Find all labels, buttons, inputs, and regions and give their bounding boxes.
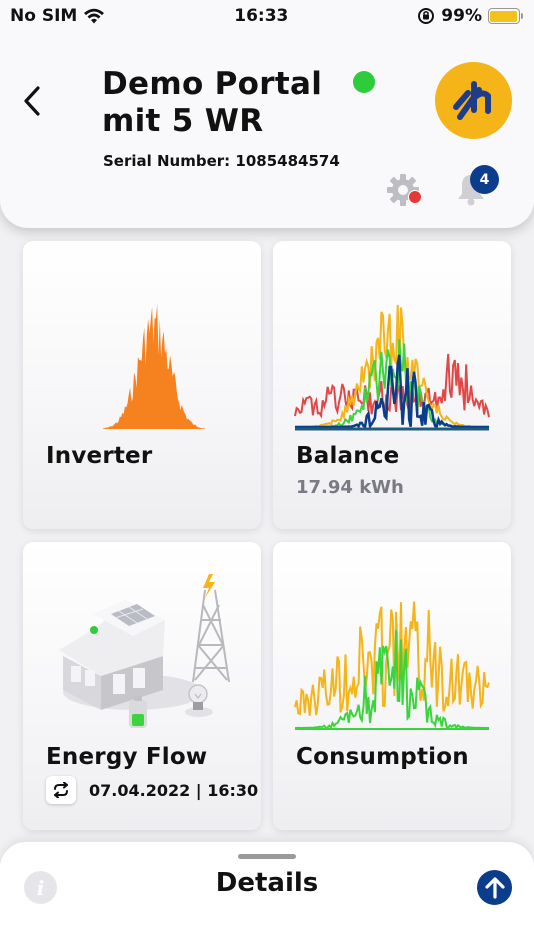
consumption-series-total [294,601,490,716]
clock: 16:33 [234,6,289,26]
inverter-tile[interactable]: Inverter [23,241,261,529]
brand-logo[interactable] [435,62,512,139]
back-chevron-icon[interactable] [18,84,48,118]
battery-percent: 99% [441,6,482,26]
battery-level-fill [490,10,518,22]
refresh-button[interactable] [46,776,76,804]
carrier-label: No SIM [10,6,78,26]
balance-value: 17.94 kWh [296,477,404,498]
sheet-grabber-handle[interactable] [238,854,296,859]
details-bottom-sheet[interactable]: i Details [0,842,534,950]
battery-icon [487,8,523,24]
orientation-lock-icon [418,8,435,24]
wifi-icon [84,8,105,23]
notification-count-badge: 4 [470,165,499,194]
inverter-area [103,304,205,429]
inverter-title: Inverter [46,443,153,469]
balance-mini-chart [294,304,490,431]
consumption-mini-chart [294,601,490,730]
portal-header: Demo Portal mit 5 WR Serial Number: 1085… [0,0,534,228]
arrow-up-icon [484,876,505,899]
energy-flow-title: Energy Flow [46,744,208,770]
portal-title: Demo Portal mit 5 WR [102,66,323,139]
consumption-title: Consumption [296,744,469,770]
balance-tile[interactable]: Balance 17.94 kWh [273,241,511,529]
sync-arrows-icon [54,782,68,798]
details-label: Details [215,868,319,898]
serial-number: Serial Number: 1085484574 [103,152,340,170]
scroll-up-button[interactable] [477,870,512,905]
status-bar: No SIM 16:33 99% [0,0,534,32]
inverter-mini-chart [103,304,205,429]
last-update-timestamp: 07.04.2022 | 16:30 [89,781,259,800]
consumption-tile[interactable]: Consumption [273,542,511,830]
online-status-dot [353,71,375,93]
logo-mark-icon [453,81,491,120]
settings-alert-dot [408,190,422,204]
balance-title: Balance [296,443,400,469]
energy-flow-tile[interactable]: Energy Flow 07.04.2022 | 16:30 [23,542,261,830]
house-energy-illustration [59,574,230,728]
